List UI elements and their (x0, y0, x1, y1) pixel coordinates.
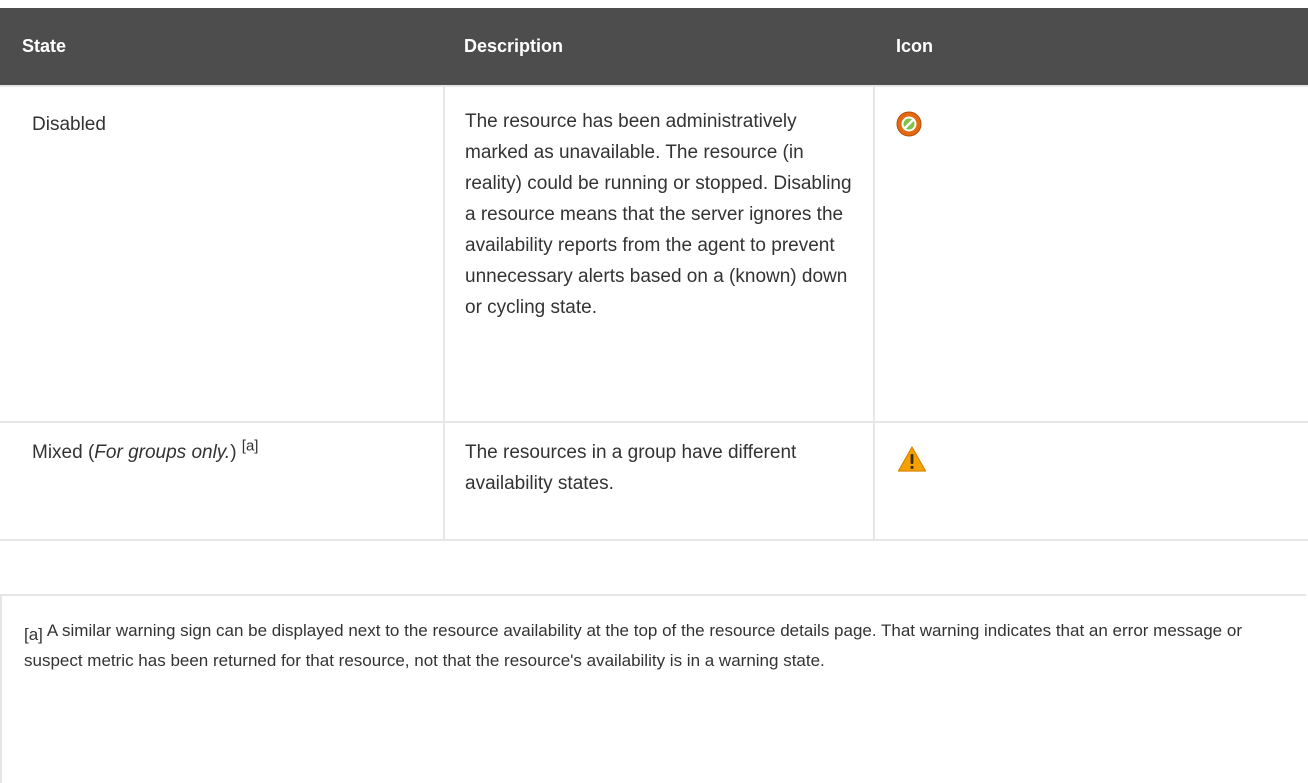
header-icon: Icon (874, 8, 1308, 86)
footnote-text-block: [a] A similar warning sign can be display… (2, 596, 1306, 674)
table-row: Disabled The resource has been administr… (0, 85, 1308, 423)
state-label: Mixed ( (32, 442, 95, 463)
table-header-row: State Description Icon (0, 8, 1308, 86)
icon-cell (873, 421, 1308, 541)
icon-cell (873, 85, 1308, 423)
state-note: For groups only. (94, 442, 231, 463)
states-table: State Description Icon Disabled The reso… (0, 8, 1308, 541)
table-row: Mixed (For groups only.) [a] The resourc… (0, 421, 1308, 541)
footnote: [a] A similar warning sign can be display… (0, 594, 1306, 783)
footnote-ref-link[interactable]: [a] (242, 438, 259, 455)
state-cell: Disabled (0, 85, 445, 423)
disabled-icon (896, 111, 922, 137)
header-description: Description (444, 8, 874, 86)
footnote-mark[interactable]: [a] (24, 625, 43, 644)
description-cell: The resources in a group have different … (443, 421, 875, 541)
header-state: State (0, 8, 444, 86)
description-cell: The resource has been administratively m… (443, 85, 875, 423)
state-label-close: ) (230, 442, 237, 463)
warning-icon (897, 446, 927, 472)
footnote-text: A similar warning sign can be displayed … (24, 621, 1242, 671)
state-cell: Mixed (For groups only.) [a] (0, 421, 445, 541)
availability-states-table: State Description Icon Disabled The reso… (0, 8, 1308, 541)
